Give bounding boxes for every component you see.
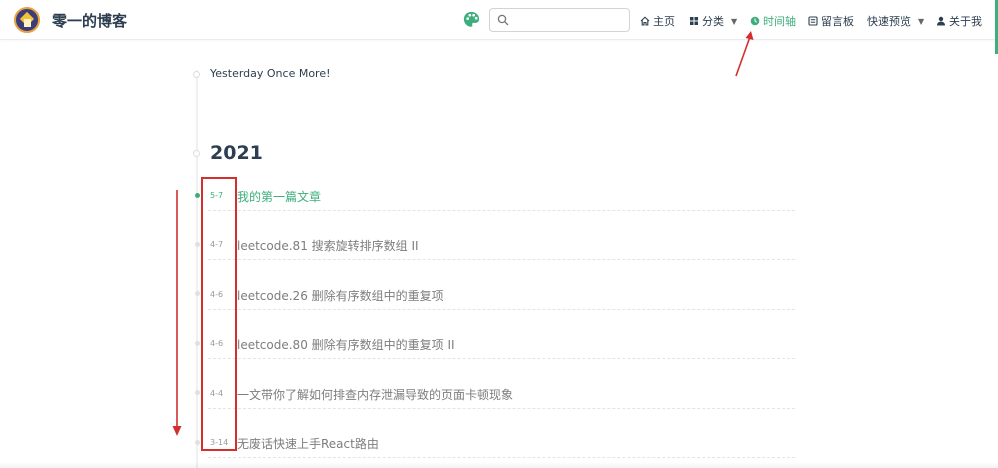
- logo-door-shape: [24, 19, 31, 27]
- post-title-link[interactable]: leetcode.81 搜索旋转排序数组 II: [237, 237, 419, 254]
- palette-icon[interactable]: [463, 11, 480, 28]
- nav-item-label: 时间轴: [763, 15, 796, 28]
- timeline-post[interactable]: 4-6 leetcode.80 删除有序数组中的重复项 II: [208, 336, 795, 359]
- post-title-link[interactable]: 一文带你了解如何排查内存泄漏导致的页面卡顿现象: [237, 386, 513, 403]
- post-title-link[interactable]: 无废话快速上手React路由: [237, 435, 379, 452]
- post-title-link[interactable]: leetcode.80 删除有序数组中的重复项 II: [237, 336, 455, 353]
- annotation-arrow-down-icon: [172, 190, 182, 436]
- timeline-post[interactable]: 5-7 我的第一篇文章: [208, 188, 795, 211]
- search-box[interactable]: [489, 8, 630, 32]
- post-title-link[interactable]: leetcode.26 删除有序数组中的重复项: [237, 287, 444, 304]
- nav-item-label: 留言板: [821, 15, 854, 28]
- timeline-post-node: [195, 242, 200, 247]
- chevron-down-icon: ▼: [918, 16, 925, 26]
- timeline-year-node: [193, 150, 200, 157]
- nav-item-message-board[interactable]: 留言板: [808, 13, 854, 29]
- annotation-arrow-up-icon: [735, 31, 754, 77]
- timeline-description: Yesterday Once More!: [210, 67, 331, 80]
- navbar: 零一的博客 主页 分类 ▼ 时间轴 留言板 快速预览 ▼ 关于我: [0, 0, 998, 40]
- timeline-post-node: [195, 341, 200, 346]
- timeline-post-node: [195, 291, 200, 296]
- timeline-post[interactable]: 4-7 leetcode.81 搜索旋转排序数组 II: [208, 237, 795, 260]
- chevron-down-icon: ▼: [731, 16, 738, 26]
- nav-item-label: 关于我: [949, 15, 982, 28]
- search-icon: [497, 14, 509, 26]
- nav-item-quick-preview[interactable]: 快速预览 ▼: [867, 13, 924, 29]
- nav-item-timeline[interactable]: 时间轴: [750, 13, 796, 29]
- search-input[interactable]: [514, 11, 624, 29]
- site-logo[interactable]: [14, 7, 40, 33]
- timeline-line: [196, 70, 198, 468]
- timeline-post-node: [195, 390, 200, 395]
- timeline-year: 2021: [210, 142, 263, 164]
- post-title-link[interactable]: 我的第一篇文章: [237, 188, 321, 205]
- nav-item-home[interactable]: 主页: [640, 13, 675, 29]
- timeline-post-node-active: [195, 193, 200, 198]
- timeline-post[interactable]: 4-4 一文带你了解如何排查内存泄漏导致的页面卡顿现象: [208, 386, 795, 409]
- timeline-post[interactable]: 4-6 leetcode.26 删除有序数组中的重复项: [208, 287, 795, 310]
- timeline-post-node: [195, 440, 200, 445]
- grid-icon: [690, 17, 698, 25]
- timeline-node: [193, 71, 200, 78]
- nav-item-about[interactable]: 关于我: [936, 13, 982, 29]
- home-icon: [640, 16, 650, 26]
- message-board-icon: [808, 16, 818, 26]
- nav-item-categories[interactable]: 分类 ▼: [689, 13, 737, 29]
- user-icon: [937, 16, 945, 26]
- site-title[interactable]: 零一的博客: [52, 10, 127, 31]
- nav-item-label: 分类: [702, 15, 724, 28]
- annotation-highlight-box: [201, 177, 237, 451]
- clock-icon: [750, 16, 760, 26]
- nav-item-label: 快速预览: [867, 15, 911, 28]
- timeline-post[interactable]: 3-14 无废话快速上手React路由: [208, 435, 795, 458]
- bottom-shadow: [0, 462, 998, 468]
- nav-item-label: 主页: [653, 15, 675, 28]
